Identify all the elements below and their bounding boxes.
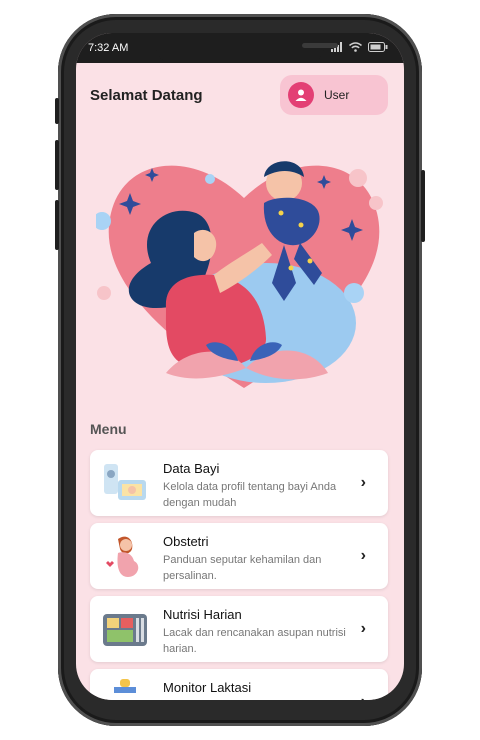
user-label: User — [324, 88, 350, 102]
baby-monitor-icon — [104, 464, 146, 500]
welcome-title: Selamat Datang — [90, 87, 203, 104]
pregnant-woman-icon — [106, 536, 139, 577]
menu-item-title: Obstetri — [163, 534, 209, 549]
status-icons — [331, 42, 388, 52]
baby-bottle-icon — [114, 679, 136, 693]
status-time: 7:32 AM — [88, 42, 129, 54]
menu-item-title: Data Bayi — [163, 461, 220, 476]
camera-notch — [156, 33, 338, 63]
menu-item-description: Panduan seputar kehamilan dan persalinan… — [163, 554, 322, 582]
chevron-right-icon: › — [360, 474, 366, 491]
wifi-icon — [349, 42, 362, 52]
menu-section-title: Menu — [90, 421, 127, 437]
menu-item-obstetri[interactable]: Obstetri Panduan seputar kehamilan dan p… — [90, 523, 388, 589]
menu-item-title: Monitor Laktasi — [163, 680, 252, 695]
user-avatar-icon — [288, 82, 314, 108]
menu-item-description: Lacak dan rencanakan asupan nutrisi hari… — [163, 627, 346, 655]
food-tray-icon — [103, 614, 147, 646]
menu-item-data-bayi[interactable]: Data Bayi Kelola data profil tentang bay… — [90, 450, 388, 516]
menu-item-description: Kelola data profil tentang bayi Anda den… — [163, 481, 337, 509]
chevron-right-icon: › — [360, 620, 366, 637]
phone-power-button — [421, 170, 425, 242]
mother-baby-illustration — [96, 161, 383, 388]
phone-volume-down — [55, 200, 59, 250]
phone-volume-up — [55, 140, 59, 190]
app-screen: 7:32 AM Selamat Datang User Menu Data Ba… — [76, 33, 404, 700]
speaker-grill — [302, 43, 338, 48]
battery-icon — [368, 42, 388, 52]
phone-side-button — [55, 98, 59, 124]
user-profile-button[interactable]: User — [280, 75, 388, 115]
menu-item-title: Nutrisi Harian — [163, 607, 242, 622]
chevron-right-icon: › — [361, 693, 366, 700]
chevron-right-icon: › — [360, 547, 366, 564]
menu-item-monitor-laktasi[interactable]: Monitor Laktasi › — [90, 669, 388, 700]
menu-item-nutrisi-harian[interactable]: Nutrisi Harian Lacak dan rencanakan asup… — [90, 596, 388, 662]
